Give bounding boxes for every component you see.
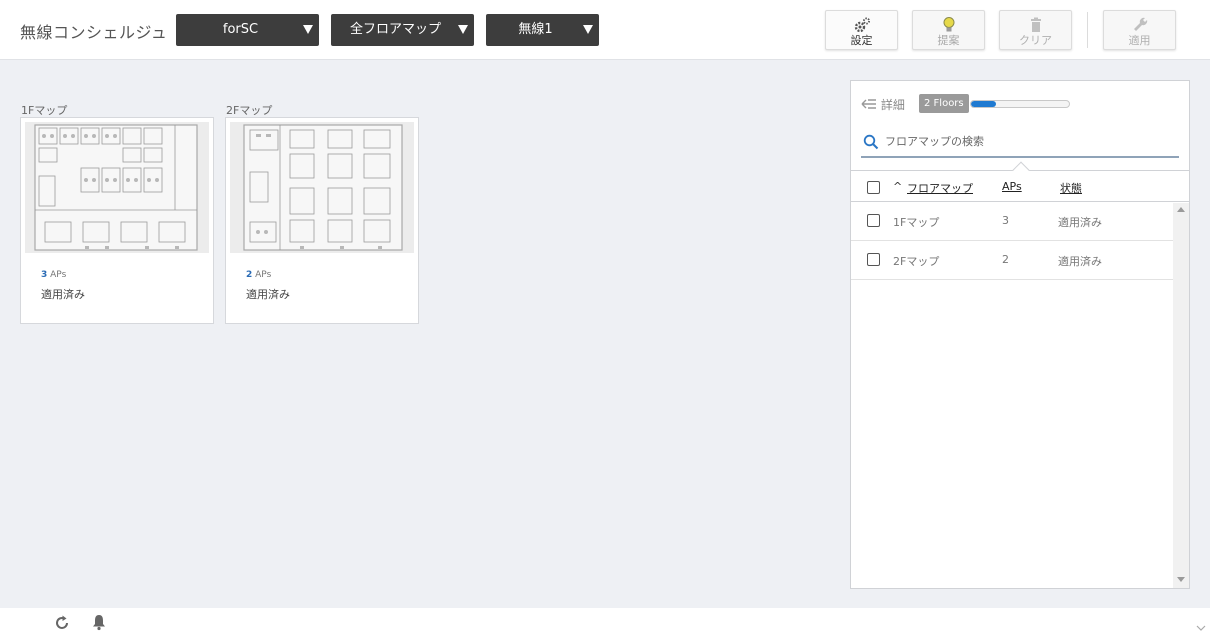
- site-dropdown-label: forSC: [222, 22, 259, 37]
- floors-count-badge: 2 Floors: [919, 94, 969, 113]
- floor-card-1f[interactable]: 3 APs 適用済み: [20, 117, 214, 324]
- card-status: 適用済み: [246, 288, 290, 301]
- card-aps-count: 2 APs: [246, 270, 272, 280]
- bell-icon[interactable]: [91, 613, 107, 635]
- caret-down-icon: [303, 25, 313, 34]
- gears-icon: [826, 15, 897, 35]
- table-scrollbar[interactable]: [1173, 203, 1189, 588]
- caret-down-icon: [458, 25, 468, 34]
- select-all-checkbox[interactable]: [867, 181, 880, 194]
- row-checkbox[interactable]: [867, 214, 880, 227]
- column-header-aps[interactable]: APs: [1002, 180, 1022, 193]
- card-aps-count: 3 APs: [41, 270, 67, 280]
- suggest-button[interactable]: 提案: [912, 10, 985, 50]
- top-header: 無線コンシェルジュ forSC 全フロアマップ 無線1 設定 提案 クリア 適用: [0, 0, 1210, 60]
- settings-button[interactable]: 設定: [825, 10, 898, 50]
- floor-plan-thumbnail: [230, 122, 414, 253]
- wrench-icon: [1104, 15, 1175, 35]
- floor-map-dropdown-label: 全フロアマップ: [349, 22, 441, 37]
- scroll-up-icon[interactable]: [1177, 207, 1185, 212]
- floor-map-dropdown[interactable]: 全フロアマップ: [331, 14, 474, 46]
- floor-list-panel: 詳細 2 Floors ^ フロアマップ APs 状態 1Fマップ 3 適用済み…: [850, 80, 1190, 589]
- suggest-button-label: 提案: [937, 34, 960, 47]
- row-status: 適用済み: [1058, 216, 1102, 229]
- column-header-floor-map[interactable]: フロアマップ: [907, 180, 973, 196]
- wireless-dropdown[interactable]: 無線1: [486, 14, 599, 46]
- trash-icon: [1000, 15, 1071, 35]
- floor-card-caption: 2Fマップ: [226, 104, 273, 117]
- floor-map-search: [861, 125, 1179, 158]
- collapse-arrow-icon: [861, 98, 877, 113]
- floor-card-2f[interactable]: 2 APs 適用済み: [225, 117, 419, 324]
- wireless-dropdown-label: 無線1: [518, 22, 553, 37]
- search-icon: [863, 134, 879, 154]
- app-title: 無線コンシェルジュ: [20, 23, 168, 42]
- row-floor-name: 1Fマップ: [893, 216, 940, 229]
- detail-label: 詳細: [880, 98, 905, 112]
- clear-button[interactable]: クリア: [999, 10, 1072, 50]
- settings-button-label: 設定: [850, 34, 873, 47]
- sort-ascending-icon[interactable]: ^: [893, 180, 902, 193]
- floor-table-body: 1Fマップ 3 適用済み 2Fマップ 2 適用済み: [851, 202, 1173, 280]
- row-aps-count: 3: [1002, 214, 1009, 227]
- scroll-down-icon[interactable]: [1177, 577, 1185, 582]
- search-input[interactable]: [885, 131, 1165, 151]
- card-status: 適用済み: [41, 288, 85, 301]
- resize-grip-icon[interactable]: [1196, 618, 1206, 637]
- table-row[interactable]: 2Fマップ 2 適用済み: [851, 241, 1173, 280]
- floor-card-caption: 1Fマップ: [21, 104, 68, 117]
- row-status: 適用済み: [1058, 255, 1102, 268]
- apply-button-label: 適用: [1128, 34, 1151, 47]
- row-checkbox[interactable]: [867, 253, 880, 266]
- site-dropdown[interactable]: forSC: [176, 14, 319, 46]
- bottom-bar: [0, 608, 1210, 639]
- row-aps-count: 2: [1002, 253, 1009, 266]
- progress-bar-fill: [971, 101, 997, 107]
- caret-down-icon: [583, 25, 593, 34]
- row-floor-name: 2Fマップ: [893, 255, 940, 268]
- table-row[interactable]: 1Fマップ 3 適用済み: [851, 202, 1173, 241]
- refresh-icon[interactable]: [53, 614, 71, 636]
- apply-button[interactable]: 適用: [1103, 10, 1176, 50]
- column-header-status[interactable]: 状態: [1060, 180, 1082, 196]
- progress-bar: [970, 100, 1070, 108]
- floor-plan-thumbnail: [25, 122, 209, 253]
- detail-toggle[interactable]: 詳細: [861, 96, 905, 113]
- toolbar-separator: [1087, 12, 1088, 48]
- lightbulb-icon: [913, 15, 984, 35]
- clear-button-label: クリア: [1019, 34, 1052, 47]
